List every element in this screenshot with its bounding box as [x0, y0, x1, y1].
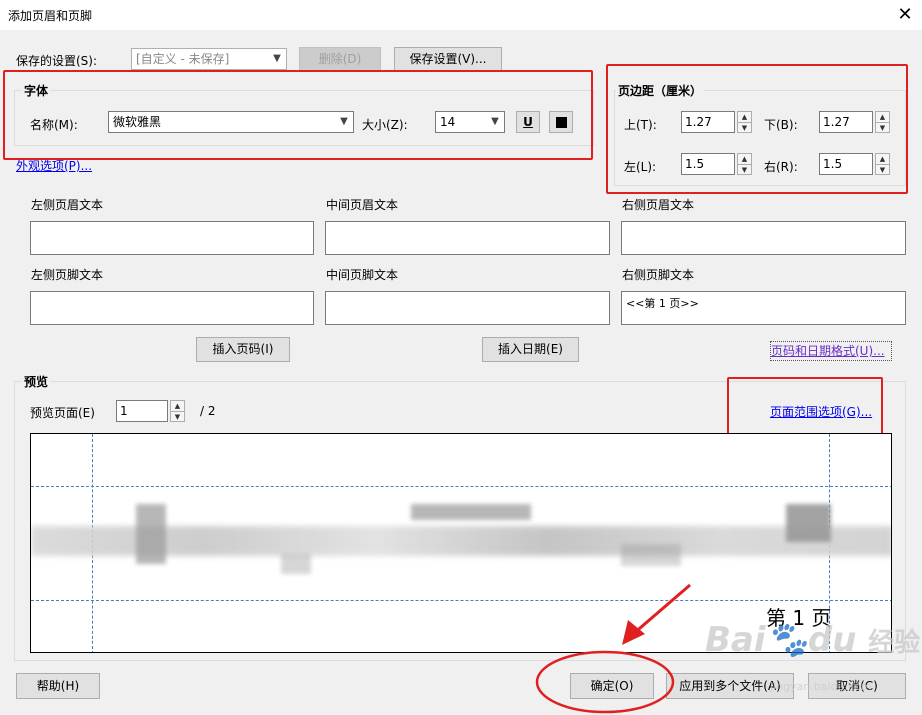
watermark-logo-text2: du	[807, 620, 857, 660]
watermark-url: jingyan.baidu.com	[770, 680, 872, 693]
annotation-arrow-shaft	[631, 583, 691, 637]
annotation-arrow-head	[622, 620, 645, 645]
annotation-ok-ellipse	[535, 650, 675, 714]
watermark-logo-text: Bai	[705, 620, 766, 660]
paw-icon: 🐾	[765, 620, 808, 660]
annotation-overlay	[535, 583, 691, 714]
watermark-logo: Bai🐾du 经验	[705, 620, 920, 660]
watermark-cn: 经验	[868, 628, 921, 658]
